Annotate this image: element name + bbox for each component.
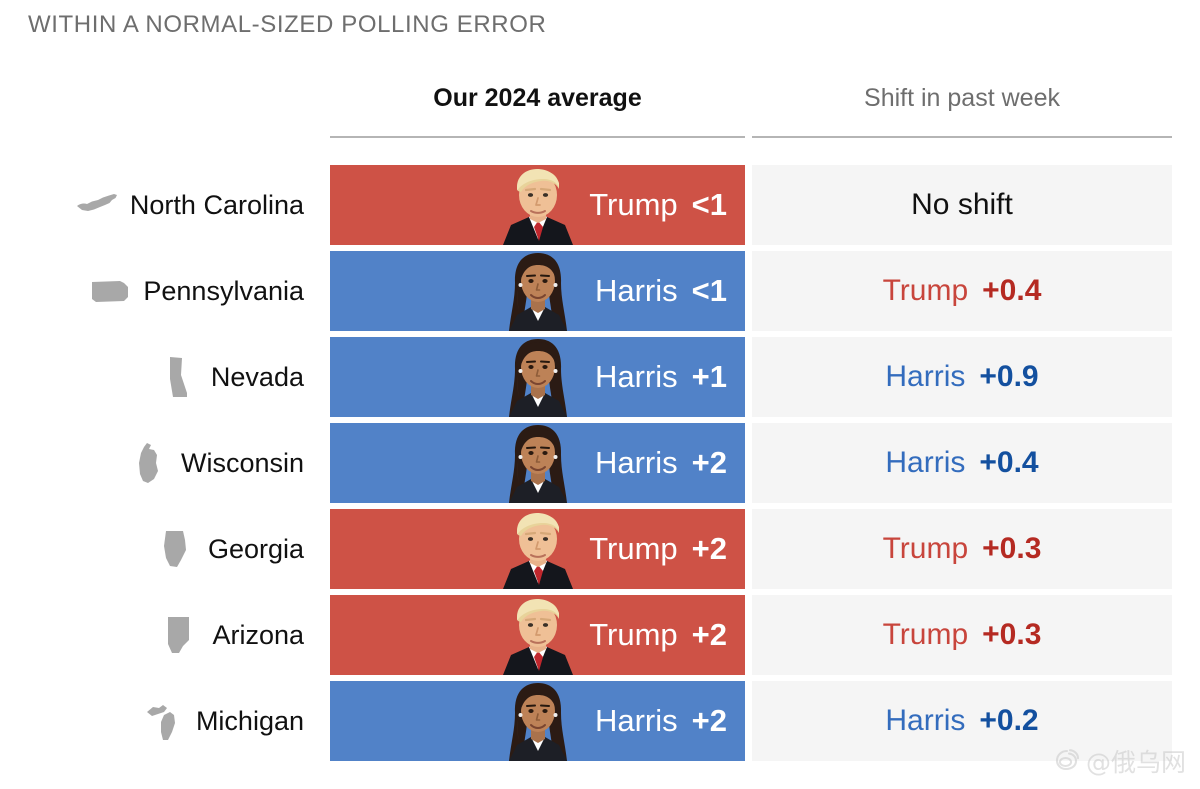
nevada-map-icon — [157, 355, 199, 399]
average-margin: +2 — [692, 617, 727, 653]
average-result: Harris +2 — [595, 445, 727, 481]
poll-table-body: North Carolina Trump <1 No shift Pennsylvani… — [0, 165, 1200, 767]
shift-leader: Harris — [885, 446, 965, 480]
shift-margin: +0.4 — [979, 446, 1038, 480]
table-row: Wisconsin Harris +2 Harris +0.4 — [0, 423, 1200, 503]
table-row: Nevada Harris +1 Harris +0.9 — [0, 337, 1200, 417]
average-result: Harris +2 — [595, 703, 727, 739]
average-margin: <1 — [692, 187, 727, 223]
shift-cell: Harris +0.4 — [752, 423, 1172, 503]
shift-no-change-label: No shift — [911, 188, 1013, 222]
average-result: Trump +2 — [589, 531, 727, 567]
average-margin: +1 — [692, 359, 727, 395]
average-result: Trump <1 — [589, 187, 727, 223]
average-result: Harris +1 — [595, 359, 727, 395]
average-leader: Harris — [595, 359, 678, 395]
trump-portrait — [473, 509, 603, 589]
column-rule-shift — [752, 136, 1172, 138]
shift-leader: Trump — [883, 532, 969, 566]
average-margin: +2 — [692, 531, 727, 567]
state-cell: North Carolina — [0, 165, 318, 245]
wisconsin-map-icon — [127, 441, 169, 485]
shift-margin: +0.3 — [982, 618, 1041, 652]
shift-margin: +0.2 — [979, 704, 1038, 738]
shift-leader: Trump — [883, 618, 969, 652]
table-row: North Carolina Trump <1 No shift — [0, 165, 1200, 245]
average-margin: <1 — [692, 273, 727, 309]
shift-result: Trump +0.3 — [883, 532, 1042, 566]
state-name: Michigan — [196, 706, 304, 737]
table-row: Georgia Trump +2 Trump +0.3 — [0, 509, 1200, 589]
average-result: Harris <1 — [595, 273, 727, 309]
shift-margin: +0.3 — [982, 532, 1041, 566]
average-cell: Harris <1 — [330, 251, 745, 331]
shift-result: Harris +0.9 — [885, 360, 1038, 394]
state-cell: Pennsylvania — [0, 251, 318, 331]
harris-portrait — [473, 423, 603, 503]
average-cell: Harris +2 — [330, 681, 745, 761]
column-header-shift: Shift in past week — [752, 84, 1172, 113]
shift-leader: Trump — [883, 274, 969, 308]
average-result: Trump +2 — [589, 617, 727, 653]
column-rule-average — [330, 136, 745, 138]
shift-cell: Harris +0.2 — [752, 681, 1172, 761]
average-leader: Harris — [595, 703, 678, 739]
north-carolina-map-icon — [76, 183, 118, 227]
shift-cell: No shift — [752, 165, 1172, 245]
state-cell: Georgia — [0, 509, 318, 589]
shift-cell: Trump +0.3 — [752, 509, 1172, 589]
average-cell: Trump +2 — [330, 595, 745, 675]
column-header-average: Our 2024 average — [330, 84, 745, 113]
state-name: Georgia — [208, 534, 304, 565]
state-cell: Nevada — [0, 337, 318, 417]
shift-margin: +0.4 — [982, 274, 1041, 308]
average-cell: Trump <1 — [330, 165, 745, 245]
state-name: Nevada — [211, 362, 304, 393]
state-name: Pennsylvania — [143, 276, 304, 307]
table-row: Arizona Trump +2 Trump +0.3 — [0, 595, 1200, 675]
shift-result: Harris +0.2 — [885, 704, 1038, 738]
arizona-map-icon — [158, 613, 200, 657]
average-cell: Harris +1 — [330, 337, 745, 417]
state-name: Arizona — [212, 620, 304, 651]
shift-leader: Harris — [885, 704, 965, 738]
georgia-map-icon — [154, 527, 196, 571]
average-margin: +2 — [692, 445, 727, 481]
shift-cell: Trump +0.3 — [752, 595, 1172, 675]
average-margin: +2 — [692, 703, 727, 739]
state-name: Wisconsin — [181, 448, 304, 479]
trump-portrait — [473, 595, 603, 675]
harris-portrait — [473, 337, 603, 417]
michigan-map-icon — [142, 699, 184, 743]
shift-margin: +0.9 — [979, 360, 1038, 394]
average-leader: Trump — [589, 531, 677, 567]
state-cell: Michigan — [0, 681, 318, 761]
shift-result: Harris +0.4 — [885, 446, 1038, 480]
page-kicker: WITHIN A NORMAL-SIZED POLLING ERROR — [28, 11, 546, 39]
state-name: North Carolina — [130, 190, 304, 221]
state-cell: Arizona — [0, 595, 318, 675]
average-leader: Trump — [589, 617, 677, 653]
pennsylvania-map-icon — [89, 269, 131, 313]
shift-result: Trump +0.3 — [883, 618, 1042, 652]
average-cell: Harris +2 — [330, 423, 745, 503]
shift-result: Trump +0.4 — [883, 274, 1042, 308]
average-leader: Harris — [595, 273, 678, 309]
harris-portrait — [473, 681, 603, 761]
shift-cell: Harris +0.9 — [752, 337, 1172, 417]
average-cell: Trump +2 — [330, 509, 745, 589]
table-row: Pennsylvania Harris <1 Trump +0.4 — [0, 251, 1200, 331]
state-cell: Wisconsin — [0, 423, 318, 503]
average-leader: Trump — [589, 187, 677, 223]
trump-portrait — [473, 165, 603, 245]
average-leader: Harris — [595, 445, 678, 481]
table-row: Michigan Harris +2 Harris +0.2 — [0, 681, 1200, 761]
shift-cell: Trump +0.4 — [752, 251, 1172, 331]
harris-portrait — [473, 251, 603, 331]
shift-leader: Harris — [885, 360, 965, 394]
